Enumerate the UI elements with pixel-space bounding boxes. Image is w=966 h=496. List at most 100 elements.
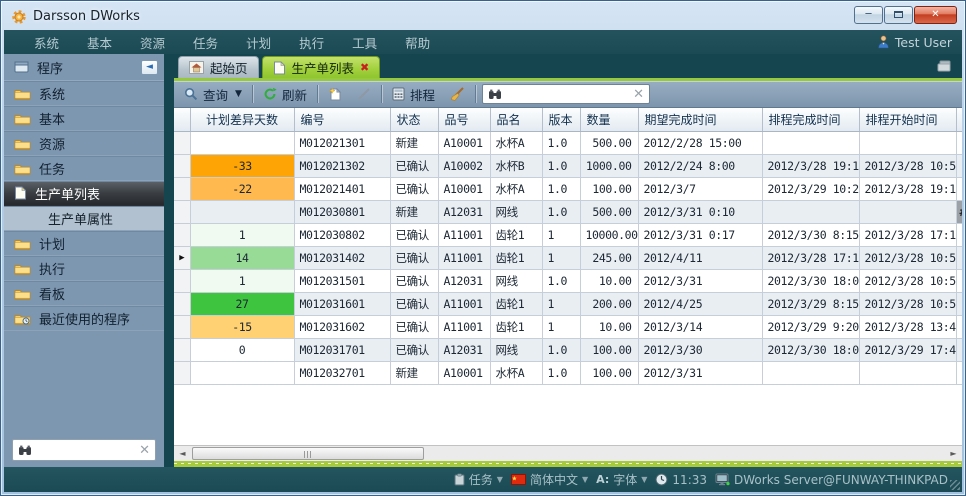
column-header[interactable]: 状态 <box>390 108 438 131</box>
cell-item-no[interactable]: A11001 <box>438 246 490 269</box>
row-selector[interactable] <box>174 131 190 154</box>
table-row[interactable]: -15M012031602已确认A11001齿轮1110.002012/3/14… <box>174 315 962 338</box>
cell-diff-days[interactable] <box>190 361 294 384</box>
cell-sched-start-time[interactable]: 2012/3/28 10:52 <box>859 246 956 269</box>
menu-item[interactable]: 资源 <box>126 30 179 55</box>
cell-status[interactable]: 已确认 <box>390 223 438 246</box>
cell-version[interactable]: 1.0 <box>542 361 580 384</box>
cell-sched-start-time[interactable]: 2012/3/28 10:52 <box>859 292 956 315</box>
sidebar-search-clear-icon[interactable]: ✕ <box>139 443 150 458</box>
menu-item[interactable]: 基本 <box>73 30 126 55</box>
sidebar-item[interactable]: 任务 <box>4 156 164 181</box>
table-row[interactable]: 1M012030802已确认A11001齿轮1110000.002012/3/3… <box>174 223 962 246</box>
cell-quantity[interactable]: 200.00 <box>580 292 638 315</box>
cell-sched-start-time[interactable]: 2012/3/28 19:10 <box>859 177 956 200</box>
cell-version[interactable]: 1 <box>542 246 580 269</box>
cell-diff-days[interactable]: 14 <box>190 246 294 269</box>
cell-expect-time[interactable]: 2012/2/28 15:00 <box>638 131 762 154</box>
cell-version[interactable]: 1 <box>542 223 580 246</box>
sidebar-item[interactable]: 基本 <box>4 106 164 131</box>
cell-item-name[interactable]: 齿轮1 <box>490 315 542 338</box>
sidebar-item[interactable]: 生产单列表 <box>4 181 164 206</box>
sidebar-search-input[interactable] <box>36 443 135 457</box>
cell-version[interactable]: 1.0 <box>542 154 580 177</box>
cell-status[interactable]: 已确认 <box>390 292 438 315</box>
maximize-button[interactable] <box>884 6 913 24</box>
sidebar-item[interactable]: 执行 <box>4 256 164 281</box>
cell-item-name[interactable]: 水杯A <box>490 177 542 200</box>
cell-item-name[interactable]: 水杯A <box>490 361 542 384</box>
cell-status[interactable]: 新建 <box>390 361 438 384</box>
cell-marker[interactable]: # <box>956 200 962 223</box>
column-header[interactable]: 编号 <box>294 108 390 131</box>
user-area[interactable]: Test User <box>877 35 952 50</box>
statusbar-task-menu[interactable]: 任务 ▼ <box>454 471 503 488</box>
menu-item[interactable]: 计划 <box>232 30 285 55</box>
cell-order-code[interactable]: M012030802 <box>294 223 390 246</box>
cell-extra[interactable] <box>956 292 962 315</box>
scrollbar-thumb[interactable] <box>192 447 424 460</box>
row-selector[interactable] <box>174 154 190 177</box>
table-row[interactable]: M012021301新建A10001水杯A1.0500.002012/2/28 … <box>174 131 962 154</box>
column-header[interactable]: 版本 <box>542 108 580 131</box>
sidebar-collapse-button[interactable]: ◄ <box>141 60 158 75</box>
cell-item-no[interactable]: A11001 <box>438 292 490 315</box>
column-header[interactable]: 排程开始时间 <box>859 108 956 131</box>
cell-sched-end-time[interactable]: 2012/3/30 18:00 <box>762 338 859 361</box>
cell-quantity[interactable]: 100.00 <box>580 177 638 200</box>
cell-version[interactable]: 1.0 <box>542 269 580 292</box>
cell-order-code[interactable]: M012030801 <box>294 200 390 223</box>
query-button[interactable]: 查询 ▼ <box>180 83 246 106</box>
cell-item-no[interactable]: A12031 <box>438 200 490 223</box>
cell-status[interactable]: 已确认 <box>390 177 438 200</box>
cell-version[interactable]: 1.0 <box>542 200 580 223</box>
cell-order-code[interactable]: M012032701 <box>294 361 390 384</box>
cell-sched-end-time[interactable] <box>762 200 859 223</box>
cell-sched-start-time[interactable] <box>859 361 956 384</box>
clean-button[interactable] <box>445 85 469 104</box>
cell-item-no[interactable]: A10001 <box>438 131 490 154</box>
cell-expect-time[interactable]: 2012/3/31 0:17 <box>638 223 762 246</box>
edit-button[interactable] <box>353 85 375 103</box>
cell-order-code[interactable]: M012031501 <box>294 269 390 292</box>
row-selector[interactable] <box>174 269 190 292</box>
cell-status[interactable]: 新建 <box>390 131 438 154</box>
cell-sched-end-time[interactable]: 2012/3/29 8:15 <box>762 292 859 315</box>
cell-order-code[interactable]: M012031701 <box>294 338 390 361</box>
table-row[interactable]: -33M012021302已确认A10002水杯B1.01000.002012/… <box>174 154 962 177</box>
cell-diff-days[interactable] <box>190 131 294 154</box>
table-row[interactable]: 1M012031501已确认A12031网线1.010.002012/3/312… <box>174 269 962 292</box>
resize-grip[interactable] <box>950 480 960 490</box>
cell-item-no[interactable]: A10002 <box>438 154 490 177</box>
cell-expect-time[interactable]: 2012/3/7 <box>638 177 762 200</box>
table-row[interactable]: M012030801新建A12031网线1.0500.002012/3/31 0… <box>174 200 962 223</box>
refresh-button[interactable]: 刷新 <box>259 83 311 106</box>
cell-expect-time[interactable]: 2012/3/14 <box>638 315 762 338</box>
cell-status[interactable]: 已确认 <box>390 154 438 177</box>
cell-quantity[interactable]: 1000.00 <box>580 154 638 177</box>
cell-order-code[interactable]: M012031402 <box>294 246 390 269</box>
cell-extra[interactable] <box>956 131 962 154</box>
cell-order-code[interactable]: M012031601 <box>294 292 390 315</box>
cell-quantity[interactable]: 100.00 <box>580 361 638 384</box>
cell-item-name[interactable]: 网线 <box>490 200 542 223</box>
cell-version[interactable]: 1 <box>542 292 580 315</box>
column-header[interactable]: 品名 <box>490 108 542 131</box>
statusbar-font-menu[interactable]: A: 字体 ▼ <box>596 471 647 488</box>
row-selector[interactable] <box>174 200 190 223</box>
cell-expect-time[interactable]: 2012/2/24 8:00 <box>638 154 762 177</box>
tab-close-icon[interactable]: ✖ <box>360 61 369 74</box>
sidebar-item[interactable]: 最近使用的程序 <box>4 306 164 331</box>
row-selector[interactable] <box>174 223 190 246</box>
cell-status[interactable]: 已确认 <box>390 269 438 292</box>
cell-diff-days[interactable]: 1 <box>190 223 294 246</box>
cell-sched-end-time[interactable] <box>762 361 859 384</box>
schedule-button[interactable]: 排程 <box>388 83 439 106</box>
menu-item[interactable]: 工具 <box>338 30 391 55</box>
row-selector[interactable] <box>174 361 190 384</box>
cell-sched-start-time[interactable]: 2012/3/28 17:13 <box>859 223 956 246</box>
cell-item-no[interactable]: A11001 <box>438 315 490 338</box>
row-selector[interactable]: ▶ <box>174 246 190 269</box>
menu-item[interactable]: 帮助 <box>391 30 444 55</box>
cell-sched-start-time[interactable]: 2012/3/28 10:52 <box>859 269 956 292</box>
